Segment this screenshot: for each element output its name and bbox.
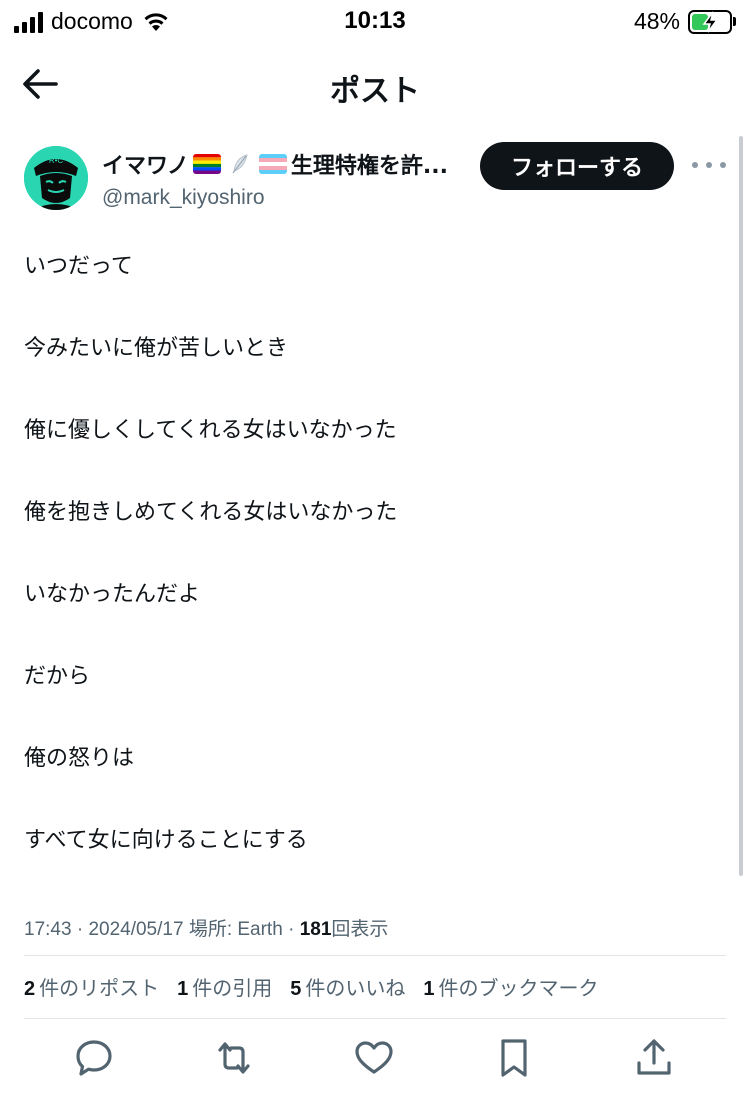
divider bbox=[24, 955, 726, 956]
stat-label: 件のいいね bbox=[305, 976, 406, 1000]
stat-label: 件のブックマーク bbox=[438, 976, 599, 1000]
stat-likes[interactable]: 5 件のいいね bbox=[290, 972, 405, 1001]
repost-icon[interactable] bbox=[212, 1036, 256, 1080]
stat-count: 1 bbox=[177, 978, 189, 1000]
share-icon[interactable] bbox=[632, 1036, 676, 1080]
charging-bolt-icon bbox=[702, 11, 719, 32]
stat-label: 件のリポスト bbox=[39, 976, 160, 1000]
views-count: 181 bbox=[299, 919, 332, 940]
transgender-flag-icon bbox=[258, 154, 287, 174]
post-line: いつだって bbox=[24, 254, 133, 279]
display-name: イマワノ 生理特権を許... bbox=[102, 148, 472, 180]
follow-button[interactable]: フォローする bbox=[480, 142, 674, 190]
stat-bookmarks[interactable]: 1 件のブックマーク bbox=[423, 972, 598, 1001]
avatar-image: R•C bbox=[24, 146, 88, 210]
post-line: いなかったんだよ bbox=[24, 582, 201, 607]
post-line: すべて女に向けることにする bbox=[24, 828, 308, 853]
meta-separator: · bbox=[76, 919, 89, 940]
bookmark-icon[interactable] bbox=[492, 1036, 536, 1080]
status-bar: docomo 10:13 48% bbox=[0, 0, 750, 44]
scrollbar[interactable] bbox=[739, 136, 743, 876]
post-line: だから bbox=[24, 664, 91, 689]
post-date[interactable]: 2024/05/17 bbox=[88, 919, 183, 940]
status-right: 48% bbox=[634, 8, 736, 35]
avatar-star-text: R•C bbox=[49, 156, 64, 165]
like-icon[interactable] bbox=[352, 1036, 396, 1080]
stat-count: 2 bbox=[24, 978, 36, 1000]
post-line: 今みたいに俺が苦しいとき bbox=[24, 336, 289, 361]
display-name-start: イマワノ bbox=[102, 154, 189, 179]
reply-icon[interactable] bbox=[72, 1036, 116, 1080]
post-time[interactable]: 17:43 bbox=[24, 919, 72, 940]
stat-count: 1 bbox=[423, 978, 435, 1000]
page-title: ポスト bbox=[330, 74, 420, 109]
meta-separator: · bbox=[288, 919, 300, 940]
stat-quotes[interactable]: 1 件の引用 bbox=[177, 972, 272, 1001]
display-name-end: 生理特権を許... bbox=[290, 154, 448, 179]
post-meta: 17:43 · 2024/05/17 場所: Earth · 181回表示 bbox=[24, 914, 388, 941]
avatar[interactable]: R•C bbox=[24, 146, 88, 210]
post-location: 場所: Earth bbox=[188, 919, 283, 940]
battery-percent: 48% bbox=[633, 8, 680, 34]
engagement-stats: 2 件のリポスト 1 件の引用 5 件のいいね 1 件のブックマーク bbox=[24, 972, 617, 1001]
stat-reposts[interactable]: 2 件のリポスト bbox=[24, 972, 159, 1001]
battery-cap bbox=[733, 17, 736, 26]
battery-icon bbox=[688, 9, 732, 34]
views-label: 回表示 bbox=[331, 919, 389, 940]
action-bar bbox=[0, 1036, 750, 1086]
user-handle: @mark_kiyoshiro bbox=[102, 186, 265, 209]
post-detail-screen: docomo 10:13 48% ポスト R•C イマワノ 生理特権を許... … bbox=[0, 0, 750, 1103]
more-icon[interactable] bbox=[692, 158, 726, 172]
post-text: いつだって 今みたいに俺が苦しいとき 俺に優しくしてくれる女はいなかった 俺を抱… bbox=[24, 250, 724, 906]
author-names[interactable]: イマワノ 生理特権を許... @mark_kiyoshiro bbox=[102, 148, 472, 210]
feather-icon bbox=[232, 154, 248, 174]
author-row: R•C イマワノ 生理特権を許... @mark_kiyoshiro フォローす… bbox=[24, 142, 726, 218]
post-line: 俺の怒りは bbox=[24, 746, 135, 771]
divider bbox=[24, 1018, 726, 1019]
rainbow-flag-icon bbox=[192, 154, 221, 174]
post-line: 俺を抱きしめてくれる女はいなかった bbox=[24, 500, 398, 525]
post-line: 俺に優しくしてくれる女はいなかった bbox=[24, 418, 397, 443]
stat-count: 5 bbox=[290, 978, 302, 1000]
stat-label: 件の引用 bbox=[192, 976, 273, 1000]
top-nav: ポスト bbox=[0, 52, 750, 116]
